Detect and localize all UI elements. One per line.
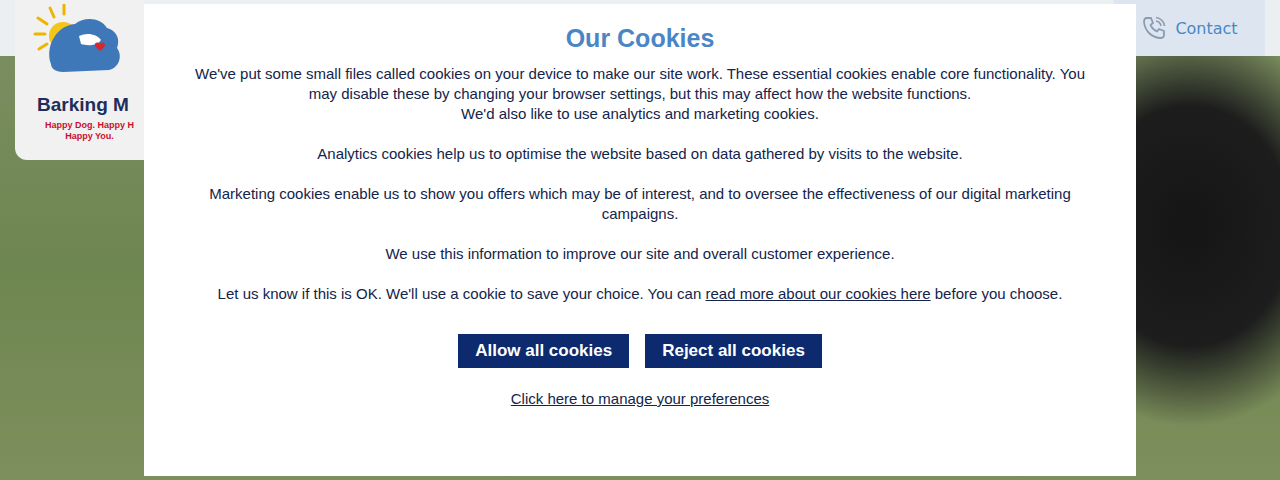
- cookie-policy-link[interactable]: read more about our cookies here: [705, 285, 930, 302]
- manage-preferences-link[interactable]: Click here to manage your preferences: [511, 390, 769, 407]
- contact-button[interactable]: Contact: [1114, 0, 1265, 56]
- phone-icon: [1141, 15, 1167, 41]
- dialog-paragraph: We've put some small files called cookie…: [180, 64, 1100, 124]
- logo-name: Barking M: [23, 94, 144, 116]
- dialog-paragraph: We use this information to improve our s…: [385, 244, 894, 264]
- logo-tagline: Happy Dog. Happy HHappy You.: [23, 120, 144, 142]
- tagline-line: Happy Dog. Happy H: [45, 120, 134, 131]
- dog-sun-logo-icon: [23, 4, 133, 76]
- cookie-dialog: Our Cookies We've put some small files ca…: [144, 4, 1136, 476]
- tagline-line: Happy You.: [65, 131, 114, 142]
- dialog-paragraph: Analytics cookies help us to optimise th…: [317, 144, 962, 164]
- contact-label: Contact: [1175, 19, 1237, 38]
- consent-button[interactable]: Allow all cookies: [458, 334, 629, 368]
- dialog-paragraph: Marketing cookies enable us to show you …: [180, 184, 1100, 224]
- button-row: Allow all cookies Reject all cookies: [458, 334, 822, 368]
- dialog-title: Our Cookies: [566, 24, 715, 52]
- logo[interactable]: Barking M Happy Dog. Happy HHappy You.: [15, 0, 144, 160]
- page: Contact Barking M Happy Dog. Happy HHappy …: [0, 0, 1280, 480]
- consent-button[interactable]: Reject all cookies: [645, 334, 822, 368]
- consent-text: Let us know if this is OK. We'll use a c…: [218, 284, 1063, 304]
